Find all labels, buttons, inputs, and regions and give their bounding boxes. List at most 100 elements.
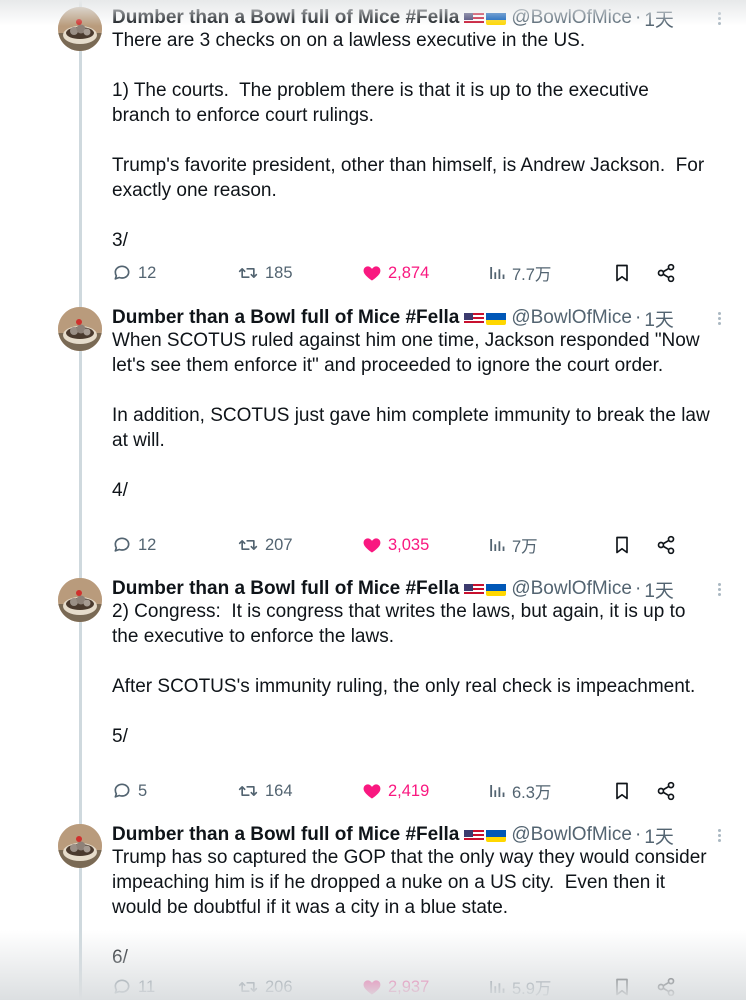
- tweet-text: There are 3 checks on on a lawless execu…: [112, 30, 705, 251]
- tweet-text: 2) Congress: It is congress that writes …: [112, 601, 696, 747]
- repost-icon: [238, 268, 258, 278]
- view-count: 7万: [512, 538, 538, 556]
- reply-icon: [114, 265, 130, 280]
- repost-count: 164: [265, 781, 293, 800]
- separator-dot: ·: [634, 578, 642, 599]
- view-count: 6.3万: [512, 784, 552, 802]
- more-options-icon[interactable]: [712, 10, 726, 26]
- author-handle[interactable]: @BowlOfMice: [511, 824, 632, 846]
- analytics-icon: [490, 267, 505, 279]
- reply-icon: [114, 979, 130, 994]
- ukraine-flag-icon: [486, 828, 507, 842]
- repost-icon: [238, 540, 258, 550]
- tweet-actions: 11 206 2,937 5.9万: [112, 975, 692, 999]
- bookmark-button[interactable]: [612, 533, 632, 557]
- reply-count: 5: [138, 781, 148, 800]
- repost-button[interactable]: 206: [237, 975, 293, 999]
- views-button[interactable]: 6.3万: [488, 779, 551, 803]
- bookmark-icon: [616, 978, 628, 996]
- like-button[interactable]: 2,937: [362, 975, 429, 999]
- reply-button[interactable]: 11: [112, 975, 155, 999]
- reply-count: 12: [138, 535, 157, 554]
- bookmark-button[interactable]: [612, 779, 632, 803]
- more-options-icon[interactable]: [712, 827, 726, 843]
- tweet-actions: 5 164 2,419 6.3万: [112, 779, 692, 803]
- heart-filled-icon: [363, 784, 381, 799]
- share-button[interactable]: [656, 779, 676, 803]
- author-handle[interactable]: @BowlOfMice: [511, 7, 632, 29]
- author-handle[interactable]: @BowlOfMice: [511, 307, 632, 329]
- repost-icon: [238, 786, 258, 796]
- like-button[interactable]: 3,035: [362, 533, 429, 557]
- analytics-icon: [490, 539, 505, 551]
- us-flag-icon: [464, 11, 485, 25]
- avatar[interactable]: [58, 578, 102, 622]
- bookmark-button[interactable]: [612, 261, 632, 285]
- us-flag-icon: [464, 828, 485, 842]
- bookmark-icon: [616, 536, 628, 554]
- reply-count: 12: [138, 263, 157, 282]
- reply-count: 11: [138, 977, 156, 996]
- avatar[interactable]: [58, 7, 102, 51]
- tweet-text: Trump has so captured the GOP that the o…: [112, 847, 707, 968]
- like-button[interactable]: 2,874: [362, 261, 429, 285]
- ukraine-flag-icon: [486, 582, 507, 596]
- share-icon: [657, 977, 675, 997]
- author-name[interactable]: Dumber than a Bowl full of Mice #Fella: [112, 824, 459, 846]
- like-count: 3,035: [388, 535, 430, 554]
- us-flag-icon: [464, 582, 485, 596]
- separator-dot: ·: [634, 7, 642, 28]
- tweet-text: When SCOTUS ruled against him one time, …: [112, 330, 710, 501]
- reply-button[interactable]: 12: [112, 261, 156, 285]
- share-icon: [657, 535, 675, 555]
- author-name[interactable]: Dumber than a Bowl full of Mice #Fella: [112, 7, 459, 29]
- reply-icon: [114, 537, 130, 552]
- like-count: 2,937: [388, 977, 430, 996]
- share-button[interactable]: [656, 261, 676, 285]
- like-count: 2,419: [388, 781, 430, 800]
- reply-icon: [114, 783, 130, 798]
- repost-count: 206: [265, 977, 293, 996]
- author-handle[interactable]: @BowlOfMice: [511, 578, 632, 600]
- author-name[interactable]: Dumber than a Bowl full of Mice #Fella: [112, 307, 459, 329]
- avatar[interactable]: [58, 307, 102, 351]
- repost-button[interactable]: 185: [237, 261, 293, 285]
- share-icon: [657, 263, 675, 283]
- author-name[interactable]: Dumber than a Bowl full of Mice #Fella: [112, 578, 459, 600]
- share-button[interactable]: [656, 533, 676, 557]
- reply-button[interactable]: 12: [112, 533, 156, 557]
- bookmark-button[interactable]: [612, 975, 632, 999]
- reply-button[interactable]: 5: [112, 779, 147, 803]
- analytics-icon: [490, 785, 505, 797]
- ukraine-flag-icon: [486, 11, 507, 25]
- tweet-actions: 12 207 3,035 7万: [112, 533, 692, 557]
- bookmark-icon: [616, 264, 628, 282]
- views-button[interactable]: 7.7万: [488, 261, 551, 285]
- analytics-icon: [490, 981, 505, 993]
- like-count: 2,874: [388, 263, 430, 282]
- more-options-icon[interactable]: [712, 581, 726, 597]
- repost-button[interactable]: 207: [237, 533, 293, 557]
- bookmark-icon: [616, 782, 628, 800]
- like-button[interactable]: 2,419: [362, 779, 429, 803]
- repost-icon: [238, 982, 258, 992]
- tweet-actions: 12 185 2,874 7.7万: [112, 261, 692, 285]
- repost-count: 185: [265, 263, 293, 282]
- separator-dot: ·: [634, 307, 642, 328]
- heart-filled-icon: [363, 980, 381, 995]
- share-icon: [657, 781, 675, 801]
- view-count: 5.9万: [512, 980, 552, 998]
- avatar[interactable]: [58, 824, 102, 868]
- heart-filled-icon: [363, 538, 381, 553]
- share-button[interactable]: [656, 975, 676, 999]
- ukraine-flag-icon: [486, 311, 507, 325]
- views-button[interactable]: 5.9万: [488, 975, 551, 999]
- more-options-icon[interactable]: [712, 310, 726, 326]
- heart-filled-icon: [363, 266, 381, 281]
- repost-button[interactable]: 164: [237, 779, 293, 803]
- repost-count: 207: [265, 535, 293, 554]
- views-button[interactable]: 7万: [488, 533, 538, 557]
- us-flag-icon: [464, 311, 485, 325]
- separator-dot: ·: [634, 824, 642, 845]
- view-count: 7.7万: [512, 266, 552, 284]
